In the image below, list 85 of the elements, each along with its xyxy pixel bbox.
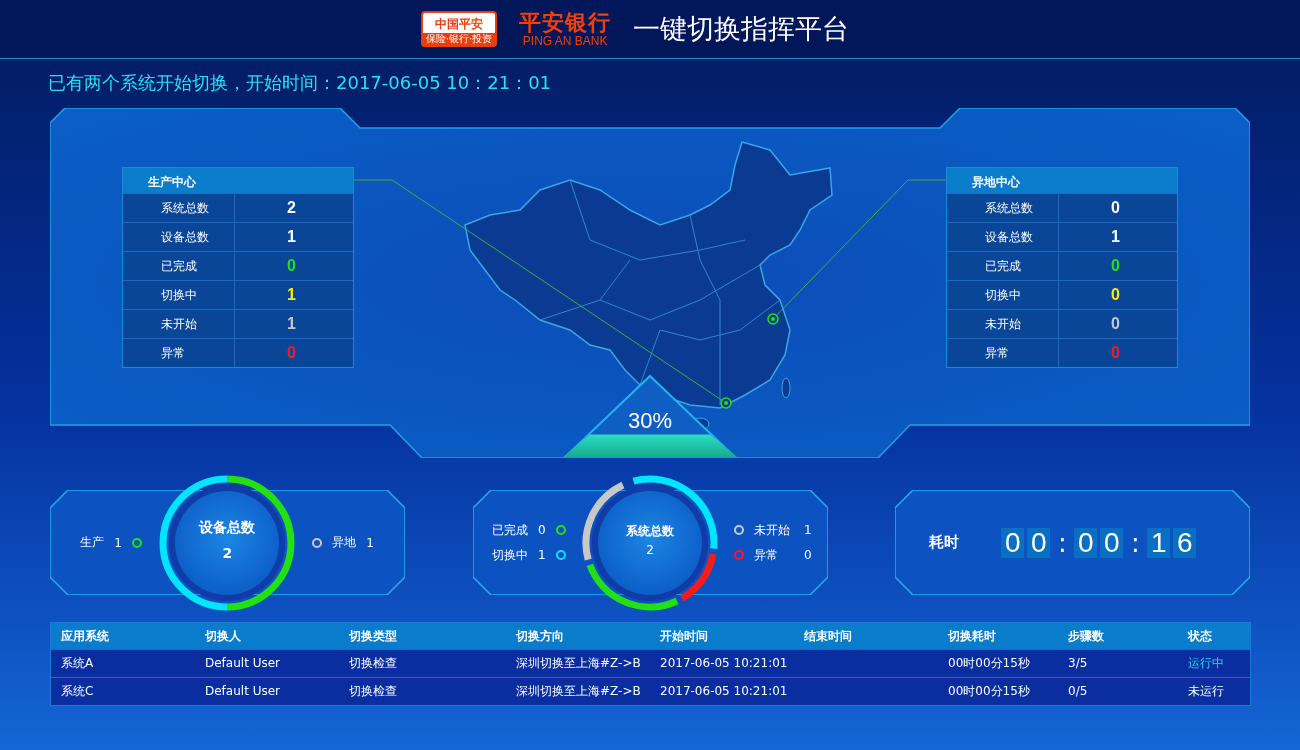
- legend-value: 0: [538, 523, 546, 537]
- stat-value: 2: [287, 200, 296, 216]
- stat-table-title: 异地中心: [947, 168, 1177, 193]
- stat-label: 已完成: [947, 252, 1059, 280]
- logo-tagline: 保险·银行·投资: [425, 33, 493, 45]
- table-cell-text: 系统A: [60, 655, 95, 672]
- legend-label: 已完成: [492, 521, 528, 539]
- legend-value: 1: [366, 535, 375, 550]
- stat-label: 异常: [947, 339, 1059, 367]
- table-cell-text: 系统C: [60, 683, 95, 700]
- table-cell-text: 深圳切换至上海#Z->B: [515, 683, 642, 700]
- timer-digit: 0: [1027, 527, 1051, 558]
- column-header: 开始时间: [659, 628, 709, 645]
- table-cell-text: Default User: [204, 655, 281, 672]
- bank-logo-text: 平安银行: [519, 10, 612, 35]
- status-cell-text: 未运行: [1187, 683, 1225, 700]
- gauge-value: 2: [645, 542, 655, 557]
- column-header: 步骤数: [1067, 628, 1105, 645]
- timer-digit: 0: [1074, 527, 1098, 558]
- stat-label: 设备总数: [947, 223, 1059, 251]
- column-header: 切换人: [204, 628, 242, 645]
- stat-label: 切换中: [123, 281, 235, 309]
- status-cell-text: 运行中: [1187, 655, 1225, 672]
- table-cell-text: 00时00分15秒: [947, 655, 1031, 672]
- stat-label: 切换中: [947, 281, 1059, 309]
- legend-value: 1: [804, 523, 812, 537]
- gauge-title: 系统总数: [625, 522, 675, 539]
- table-cell-text: 2017-06-05 10:21:01: [659, 655, 789, 672]
- table-cell-text: 00时00分15秒: [947, 683, 1031, 700]
- stat-label: 未开始: [947, 310, 1059, 338]
- legend-value: 1: [538, 548, 546, 562]
- stat-label: 异常: [123, 339, 235, 367]
- progress-percent: 30%: [626, 408, 673, 434]
- table-cell-text: 2017-06-05 10:21:01: [659, 683, 789, 700]
- stat-table-title: 生产中心: [123, 168, 353, 193]
- table-cell-text: 切换检查: [348, 655, 398, 672]
- timer-digit: 6: [1173, 527, 1197, 558]
- stat-label: 未开始: [123, 310, 235, 338]
- legend-value: 0: [804, 548, 812, 562]
- legend-value: 1: [114, 535, 123, 550]
- stat-value: 1: [287, 229, 296, 245]
- table-cell-text: 0/5: [1067, 683, 1089, 700]
- column-header: 状态: [1186, 628, 1213, 645]
- table-cell-text: 深圳切换至上海#Z->B: [515, 655, 642, 672]
- column-header: 切换耗时: [947, 628, 997, 645]
- timer-digit: 0: [1100, 527, 1124, 558]
- stat-label: 设备总数: [123, 223, 235, 251]
- bank-logo-latin: PING AN BANK: [522, 34, 608, 48]
- switch-notice: 已有两个系统开始切换，开始时间：2017-06-05 10：21：01: [47, 71, 553, 95]
- column-header: 切换类型: [348, 628, 398, 645]
- logo-text: 中国平安: [435, 16, 483, 33]
- stat-label: 已完成: [123, 252, 235, 280]
- stat-value: 0: [1111, 316, 1120, 332]
- location-marker-icon: [720, 397, 732, 409]
- stat-value: 0: [287, 345, 296, 361]
- timer-digit: 1: [1147, 527, 1171, 558]
- gauge-value: 2: [221, 544, 234, 561]
- column-header: 结束时间: [803, 628, 853, 645]
- stat-label: 系统总数: [123, 194, 235, 222]
- stat-value: 0: [1111, 200, 1120, 216]
- timer-separator: :: [1056, 527, 1068, 558]
- table-cell-text: Default User: [204, 683, 281, 700]
- stat-label: 系统总数: [947, 194, 1059, 222]
- timer-digit: 0: [1001, 527, 1025, 558]
- stat-value: 0: [1111, 287, 1120, 303]
- column-header: 应用系统: [60, 628, 110, 645]
- stat-value: 1: [287, 316, 296, 332]
- timer-label: 耗时: [929, 533, 960, 552]
- timer-separator: :: [1129, 527, 1141, 558]
- gauge-title: 设备总数: [197, 517, 257, 537]
- table-cell-text: 切换检查: [348, 683, 398, 700]
- table-cell-text: 3/5: [1067, 655, 1089, 672]
- column-header: 切换方向: [515, 628, 565, 645]
- legend-label: 切换中: [492, 546, 528, 564]
- location-marker-icon: [767, 313, 779, 325]
- legend-label: 未开始: [754, 521, 791, 539]
- stat-value: 0: [1111, 258, 1120, 274]
- stat-value: 0: [1111, 345, 1120, 361]
- page-title: 一键切换指挥平台: [633, 12, 850, 46]
- legend-label: 生产: [80, 534, 105, 551]
- stat-value: 1: [287, 287, 296, 303]
- stat-value: 0: [287, 258, 296, 274]
- legend-label: 异地: [332, 534, 357, 551]
- stat-value: 1: [1111, 229, 1120, 245]
- legend-label: 异常: [754, 546, 779, 564]
